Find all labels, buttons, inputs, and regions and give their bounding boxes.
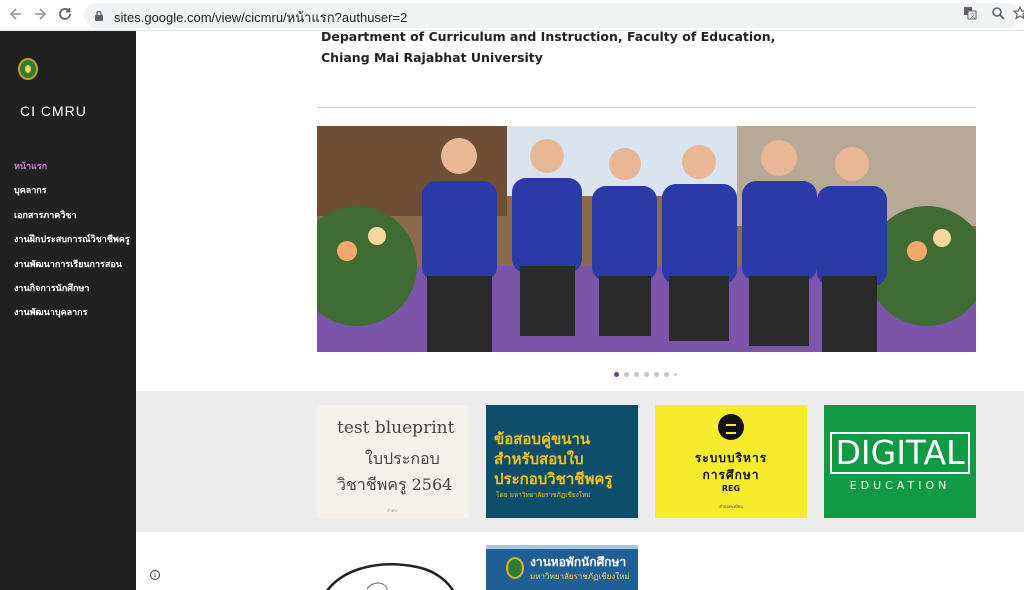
carousel-dot[interactable] bbox=[674, 373, 677, 376]
sketch-image[interactable] bbox=[317, 559, 467, 590]
divider bbox=[317, 107, 976, 108]
zoom-icon[interactable] bbox=[988, 6, 1008, 26]
back-icon[interactable] bbox=[6, 6, 26, 26]
site-title[interactable]: CI CMRU bbox=[20, 103, 87, 119]
card-line: วิชาชีพครู 2564 bbox=[337, 475, 453, 494]
url-text[interactable]: sites.google.com/view/cicmru/หน้าแรก?aut… bbox=[114, 7, 407, 28]
sidebar-item-documents[interactable]: เอกสารภาควิชา bbox=[14, 209, 130, 233]
card-title: DIGITAL bbox=[835, 433, 965, 472]
translate-icon[interactable]: 文 bbox=[960, 6, 980, 26]
carousel-dot[interactable] bbox=[634, 372, 639, 377]
university-logo bbox=[506, 557, 524, 579]
carousel-image[interactable] bbox=[317, 126, 976, 352]
reload-icon[interactable] bbox=[55, 6, 75, 26]
card-small-text: สำนักทะเบียน bbox=[719, 504, 743, 509]
lock-icon bbox=[95, 10, 103, 21]
card-parallel-exam[interactable]: ข้อสอบคู่ขนาน สำหรับสอบใบ ประกอบวิชาชีพค… bbox=[486, 405, 638, 518]
card-small-text: โดย มหาวิทยาลัยราชภัฏเชียงใหม่ bbox=[496, 491, 591, 499]
card-subtitle: มหาวิทยาลัยราชภัฏเชียงใหม่ bbox=[530, 572, 630, 581]
carousel-indicators bbox=[614, 372, 677, 377]
card-line: ประกอบวิชาชีพครู bbox=[494, 470, 613, 488]
carousel-dot[interactable] bbox=[614, 372, 619, 377]
carousel-dot[interactable] bbox=[624, 372, 629, 377]
card-line: ใบประกอบ bbox=[365, 449, 440, 468]
sidebar-item-practicum[interactable]: งานฝึกประสบการณ์วิชาชีพครู bbox=[14, 233, 130, 257]
sidebar-item-teaching[interactable]: งานพัฒนาการเรียนการสอน bbox=[14, 258, 130, 282]
card-small-text: ลำดับ bbox=[387, 508, 397, 513]
card-digital-education[interactable]: DIGITAL EDUCATION bbox=[824, 405, 976, 518]
page-heading: Department of Curriculum and Instruction… bbox=[321, 31, 775, 68]
carousel-dot[interactable] bbox=[644, 372, 649, 377]
sidebar-item-student-affairs[interactable]: งานกิจการนักศึกษา bbox=[14, 282, 130, 306]
info-icon[interactable]: i bbox=[150, 570, 160, 580]
card-dormitory[interactable]: งานหอพักนักศึกษา มหาวิทยาลัยราชภัฏเชียงใ… bbox=[486, 545, 638, 590]
sidebar-item-staff-development[interactable]: งานพัฒนาบุคลากร bbox=[14, 306, 130, 330]
carousel-dot[interactable] bbox=[664, 372, 669, 377]
sidebar-item-personnel[interactable]: บุคลากร bbox=[14, 184, 130, 208]
card-test-blueprint[interactable]: test blueprint ใบประกอบ วิชาชีพครู 2564 … bbox=[317, 405, 469, 518]
university-logo[interactable] bbox=[18, 58, 38, 80]
star-icon[interactable] bbox=[1010, 5, 1024, 26]
svg-text:文: 文 bbox=[970, 12, 976, 20]
audio-wave-icon bbox=[718, 414, 744, 440]
sidebar: CI CMRU หน้าแรก บุคลากร เอกสารภาควิชา งา… bbox=[0, 31, 136, 590]
sidebar-nav: หน้าแรก บุคลากร เอกสารภาควิชา งานฝึกประส… bbox=[14, 160, 130, 331]
card-title: test blueprint bbox=[337, 418, 455, 438]
group-photo bbox=[317, 126, 976, 352]
browser-toolbar: sites.google.com/view/cicmru/หน้าแรก?aut… bbox=[0, 0, 1024, 31]
address-bar[interactable]: sites.google.com/view/cicmru/หน้าแรก?aut… bbox=[84, 3, 1024, 28]
card-reg-system[interactable]: ระบบบริหาร การศึกษา REG สำนักทะเบียน bbox=[655, 405, 807, 518]
card-line: การศึกษา bbox=[702, 468, 760, 482]
card-line: EDUCATION bbox=[849, 479, 951, 492]
heading-line-1: Department of Curriculum and Instruction… bbox=[321, 31, 776, 44]
forward-icon[interactable] bbox=[30, 6, 50, 26]
carousel-dot[interactable] bbox=[654, 372, 659, 377]
sidebar-item-home[interactable]: หน้าแรก bbox=[14, 160, 130, 184]
heading-line-2: Chiang Mai Rajabhat University bbox=[321, 50, 543, 65]
card-line: REG bbox=[721, 484, 741, 493]
main-content: Department of Curriculum and Instruction… bbox=[136, 31, 1024, 590]
